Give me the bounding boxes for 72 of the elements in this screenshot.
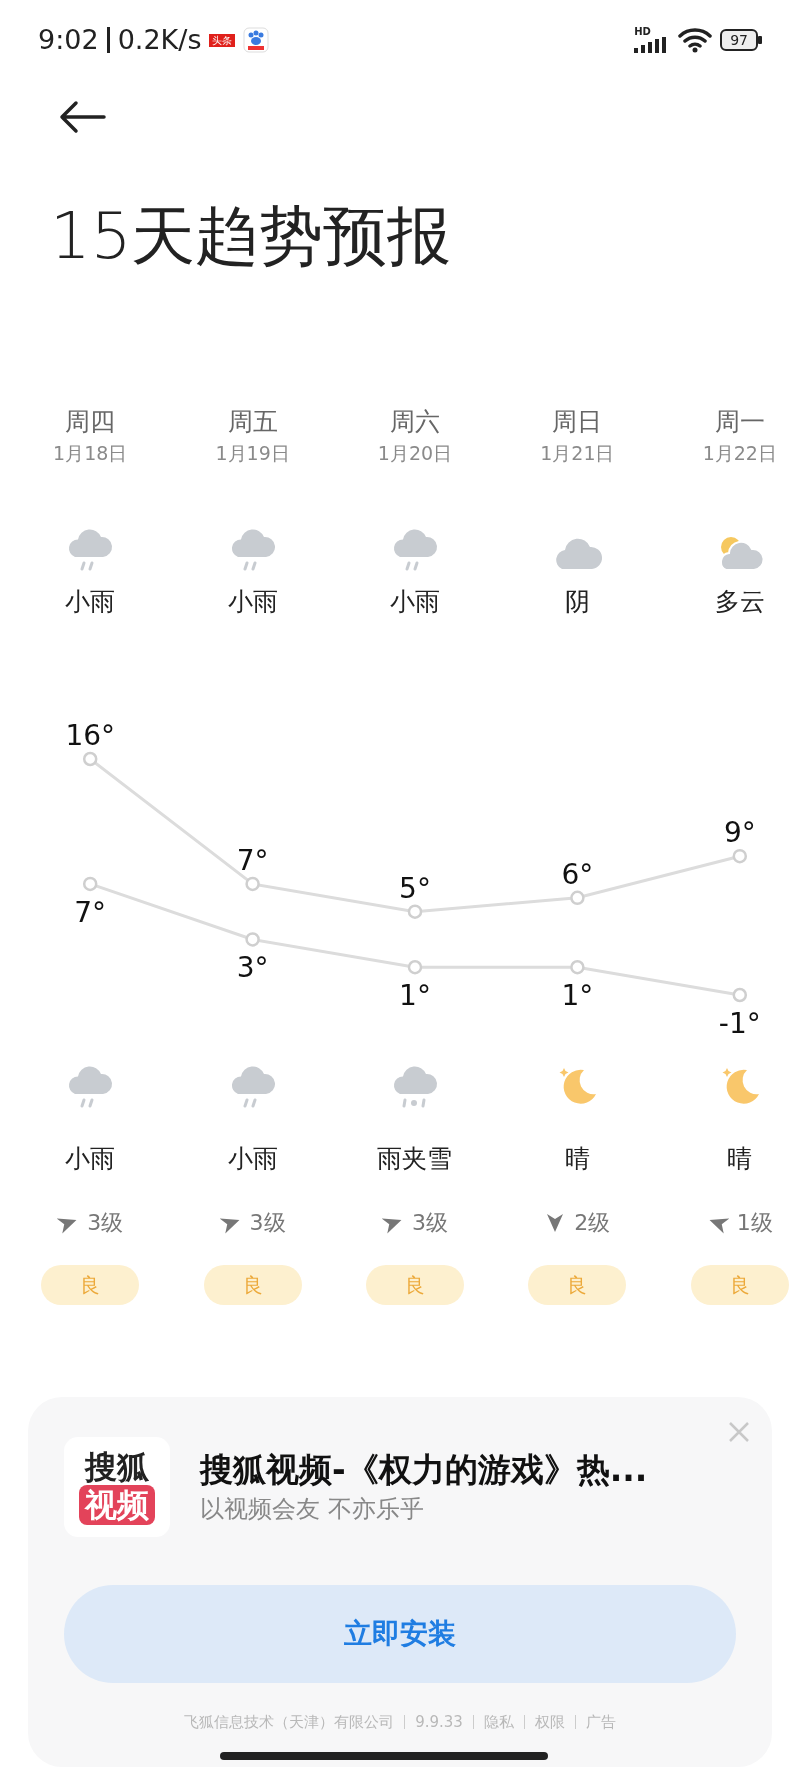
- temperature-label: 7°: [74, 895, 107, 929]
- weather-condition: 小雨: [65, 586, 116, 618]
- wind-level: 2级: [574, 1209, 611, 1237]
- temperature-label: 6°: [561, 857, 594, 891]
- temperature-label: -1°: [718, 1007, 761, 1040]
- logo-text: 视频: [79, 1485, 155, 1525]
- temperature-point: [82, 751, 98, 767]
- temperature-label: 3°: [236, 951, 269, 985]
- temperature-point: [82, 876, 98, 892]
- weather-condition: 小雨: [227, 586, 278, 618]
- air-quality-badge: 良: [365, 1265, 464, 1305]
- air-quality-badge: 良: [41, 1265, 140, 1305]
- wifi-icon: [678, 27, 713, 53]
- temperature-point: [732, 848, 748, 864]
- weather-condition: 阴: [564, 586, 590, 618]
- network-label: HD: [634, 27, 652, 37]
- weather-condition: 晴: [727, 1143, 753, 1175]
- temperature-point: [245, 876, 260, 892]
- temperature-label: 7°: [236, 843, 269, 877]
- weather-condition: 小雨: [389, 586, 440, 618]
- home-indicator[interactable]: [220, 1752, 548, 1760]
- weather-condition: 小雨: [65, 1143, 116, 1175]
- publisher-text: 飞狐信息技术（天津）有限公司: [184, 1712, 395, 1733]
- footer-link[interactable]: 权限: [523, 1715, 565, 1730]
- weekday-label: 周六: [389, 406, 440, 438]
- footer-link[interactable]: 隐私: [472, 1715, 514, 1730]
- ad-title: 搜狐视频-《权力的游戏》热...: [200, 1449, 648, 1491]
- paw-app-icon: [243, 27, 270, 53]
- network-speed: 0.2K/s: [117, 22, 202, 57]
- temperature-point: [732, 987, 748, 1003]
- weekday-label: 周五: [227, 406, 278, 438]
- weather-condition: 晴: [564, 1143, 590, 1175]
- news-app-badge: 头条: [209, 33, 236, 47]
- temperature-point: [570, 960, 585, 975]
- weekday-label: 周日: [552, 406, 603, 438]
- weather-condition: 多云: [714, 586, 765, 618]
- battery-level: 97: [720, 29, 758, 51]
- air-quality-badge: 良: [528, 1265, 627, 1305]
- temperature-label: 1°: [561, 979, 594, 1013]
- temperature-point: [570, 890, 585, 906]
- close-button[interactable]: [728, 1421, 750, 1443]
- air-quality-badge: 良: [690, 1265, 789, 1305]
- footer-link[interactable]: 广告: [574, 1715, 616, 1730]
- ad-subtitle: 以视频会友 不亦乐乎: [200, 1494, 425, 1525]
- footer-link[interactable]: 9.9.33: [404, 1715, 463, 1730]
- date-label: 1月18日: [53, 441, 128, 466]
- temperature-point: [245, 932, 260, 947]
- weekday-label: 周一: [714, 406, 765, 438]
- temperature-label: 1°: [399, 979, 431, 1013]
- wind-level: 3级: [87, 1209, 124, 1237]
- wind-level: 1级: [736, 1209, 773, 1237]
- clock-time: 9:02: [38, 22, 99, 57]
- temperature-label: 5°: [399, 871, 431, 905]
- wind-level: 3级: [411, 1209, 448, 1237]
- date-label: 1月22日: [702, 441, 777, 466]
- date-label: 1月20日: [377, 441, 453, 466]
- page-title: 15天趋势预报: [50, 198, 453, 274]
- temperature-label: 16°: [65, 719, 115, 752]
- weekday-label: 周四: [65, 406, 116, 438]
- temperature-label: 9°: [723, 816, 756, 850]
- install-button[interactable]: 立即安装: [64, 1585, 736, 1683]
- wind-level: 3级: [249, 1209, 286, 1237]
- air-quality-badge: 良: [203, 1265, 302, 1305]
- temperature-point: [407, 904, 423, 919]
- temperature-point: [407, 960, 423, 975]
- date-label: 1月21日: [540, 441, 615, 466]
- logo-text: 搜狐: [85, 1449, 149, 1485]
- date-label: 1月19日: [215, 441, 290, 466]
- back-button[interactable]: [58, 100, 106, 134]
- battery-tip-icon: [758, 36, 762, 44]
- weather-condition: 小雨: [227, 1143, 278, 1175]
- weather-condition: 雨夹雪: [377, 1143, 453, 1175]
